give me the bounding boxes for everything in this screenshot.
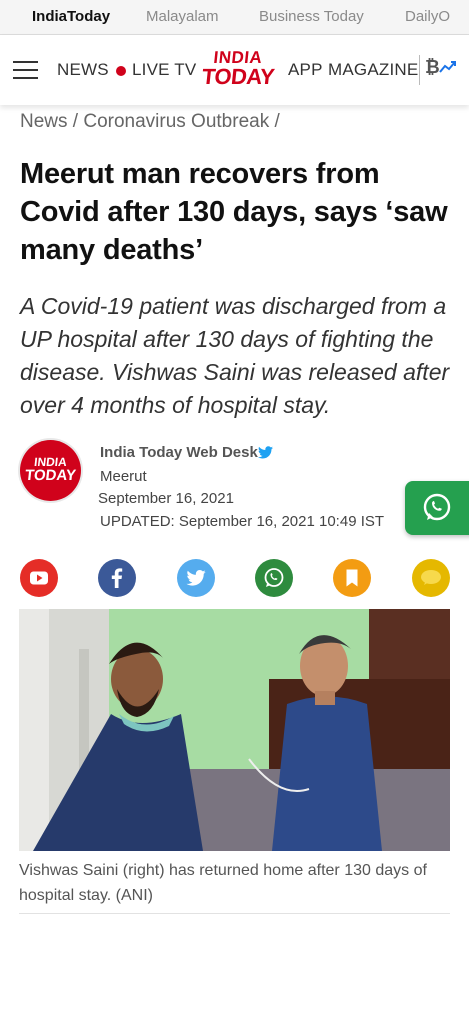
- bitcoin-icon[interactable]: ₿: [425, 57, 440, 78]
- photo-illustration: [19, 609, 450, 851]
- bookmark-button[interactable]: [333, 559, 371, 597]
- nav-news[interactable]: NEWS: [57, 60, 109, 80]
- share-bar: [20, 559, 450, 597]
- nav-live-tv[interactable]: LIVE TV: [132, 60, 196, 80]
- bookmark-icon: [333, 559, 371, 597]
- hamburger-menu-icon[interactable]: [13, 61, 38, 79]
- twitter-share-button[interactable]: [177, 559, 215, 597]
- trend-up-icon: [439, 61, 456, 73]
- twitter-bird-icon[interactable]: [258, 446, 273, 459]
- content-divider: [19, 913, 450, 914]
- network-link-dailyo[interactable]: DailyO: [405, 8, 450, 25]
- nav-app[interactable]: APP: [288, 60, 323, 80]
- breadcrumb[interactable]: News / Coronavirus Outbreak /: [20, 111, 280, 133]
- network-link-indiatoday[interactable]: IndiaToday: [32, 8, 110, 25]
- publish-date: September 16, 2021: [98, 490, 234, 507]
- updated-timestamp: UPDATED: September 16, 2021 10:49 IST: [100, 513, 385, 530]
- whatsapp-share-button[interactable]: [255, 559, 293, 597]
- logo-line-2: TODAY: [200, 64, 276, 89]
- article-headline: Meerut man recovers from Covid after 130…: [20, 158, 448, 266]
- india-today-logo[interactable]: INDIA TODAY: [200, 48, 276, 93]
- author-avatar[interactable]: INDIA TODAY: [20, 440, 81, 501]
- network-link-business-today[interactable]: Business Today: [259, 8, 364, 25]
- whatsapp-floating-button[interactable]: [405, 481, 469, 535]
- network-bar: IndiaToday Malayalam Business Today Dail…: [0, 0, 469, 35]
- network-link-malayalam[interactable]: Malayalam: [146, 8, 219, 25]
- youtube-icon: [20, 559, 58, 597]
- whatsapp-icon: [255, 559, 293, 597]
- header-divider: [419, 55, 420, 85]
- comment-icon: [412, 559, 450, 597]
- author-name[interactable]: India Today Web Desk: [100, 444, 258, 461]
- article-photo: [19, 609, 450, 851]
- facebook-share-button[interactable]: [98, 559, 136, 597]
- author-location: Meerut: [100, 468, 147, 485]
- nav-magazine[interactable]: MAGAZINE: [328, 60, 418, 80]
- comment-button[interactable]: [412, 559, 450, 597]
- site-header: NEWS LIVE TV INDIA TODAY APP MAGAZINE ₿: [0, 35, 469, 105]
- author-logo-line-2: TODAY: [24, 467, 77, 484]
- live-dot-icon: [116, 66, 126, 76]
- twitter-icon: [177, 559, 215, 597]
- article-summary: A Covid-19 patient was discharged from a…: [20, 293, 450, 418]
- facebook-icon: [98, 559, 136, 597]
- photo-caption: Vishwas Saini (right) has returned home …: [19, 862, 427, 904]
- youtube-share-button[interactable]: [20, 559, 58, 597]
- whatsapp-icon: [423, 493, 451, 521]
